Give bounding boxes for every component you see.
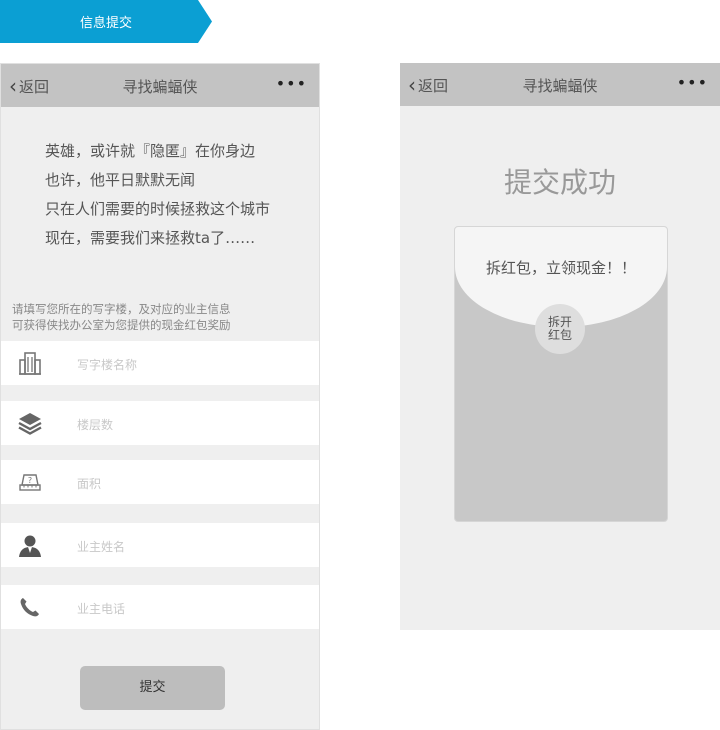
building-name-field[interactable]: 写字楼名称 [1, 341, 319, 385]
floor-count-placeholder: 楼层数 [77, 418, 114, 432]
nav-bar: ‹ 返回 寻找蝙蝠侠 ••• [400, 63, 720, 106]
layers-icon [18, 413, 42, 435]
svg-text:?: ? [28, 476, 32, 485]
area-icon: ? [19, 474, 41, 491]
intro-line: 也许，他平日默默无闻 [45, 171, 196, 189]
hint-line: 请填写您所在的写字楼，及对应的业主信息 [12, 302, 231, 316]
red-packet: 拆红包，立领现金！！ 拆开 红包 [454, 226, 668, 522]
more-icon[interactable]: ••• [677, 73, 708, 92]
phone-icon [20, 598, 39, 617]
intro-line: 只在人们需要的时候拯救这个城市 [45, 200, 271, 218]
owner-phone-field[interactable]: 业主电话 [1, 585, 319, 629]
owner-name-placeholder: 业主姓名 [77, 540, 126, 554]
nav-title: 寻找蝙蝠侠 [122, 78, 198, 96]
banner-label: 信息提交 [80, 16, 133, 31]
form-screen: ‹ 返回 寻找蝙蝠侠 ••• 英雄，或许就『隐匿』在你身边 也许，他平日默默无闻… [0, 63, 320, 730]
floor-count-field[interactable]: 楼层数 [1, 401, 319, 445]
building-name-placeholder: 写字楼名称 [77, 358, 138, 372]
success-screen: ‹ 返回 寻找蝙蝠侠 ••• 提交成功 拆红包，立领现金！！ 拆开 红包 [400, 63, 720, 630]
open-red-packet-button[interactable]: 拆开 红包 [535, 304, 585, 354]
nav-title: 寻找蝙蝠侠 [522, 77, 598, 95]
open-label-line2: 红包 [547, 328, 572, 342]
intro-text: 英雄，或许就『隐匿』在你身边 也许，他平日默默无闻 只在人们需要的时候拯救这个城… [45, 137, 270, 253]
owner-phone-placeholder: 业主电话 [77, 602, 126, 616]
area-field[interactable]: ? 面积 [1, 460, 319, 504]
section-banner: 信息提交 [0, 0, 212, 43]
intro-line: 现在，需要我们来拯救ta了…… [45, 229, 256, 247]
more-icon[interactable]: ••• [276, 74, 307, 93]
form-hint: 请填写您所在的写字楼，及对应的业主信息 可获得侠找办公室为您提供的现金红包奖励 [12, 301, 231, 333]
person-icon [19, 535, 41, 557]
hint-line: 可获得侠找办公室为您提供的现金红包奖励 [12, 318, 231, 332]
submit-button[interactable]: 提交 [80, 666, 225, 710]
intro-line: 英雄，或许就『隐匿』在你身边 [45, 142, 256, 160]
nav-bar: ‹ 返回 寻找蝙蝠侠 ••• [1, 64, 319, 107]
area-placeholder: 面积 [77, 477, 102, 491]
owner-name-field[interactable]: 业主姓名 [1, 523, 319, 567]
red-packet-text: 拆红包，立领现金！！ [485, 259, 636, 277]
building-icon [19, 352, 41, 375]
success-title: 提交成功 [503, 166, 616, 199]
